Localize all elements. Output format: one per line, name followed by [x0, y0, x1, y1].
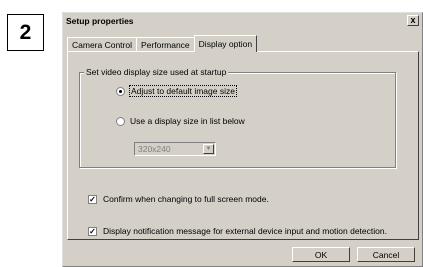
radio-label-default-size: Adjust to default image size — [129, 85, 237, 97]
chevron-down-icon[interactable]: ▼ — [203, 144, 214, 154]
tab-panel-display-option: Set video display size used at startup A… — [67, 51, 419, 240]
tab-strip: Camera Control Performance Display optio… — [67, 35, 258, 52]
radio-button-unchecked[interactable] — [116, 116, 125, 126]
display-size-value: 320x240 — [138, 144, 171, 154]
display-size-select[interactable]: 320x240 ▼ — [134, 142, 216, 156]
confirm-fullscreen-option[interactable]: ✓ Confirm when changing to full screen m… — [88, 194, 269, 204]
radio-button-checked[interactable] — [116, 86, 125, 96]
notification-message-label: Display notification message for externa… — [103, 226, 387, 236]
dialog-title: Setup properties — [66, 16, 134, 26]
radio-option-list-size[interactable]: Use a display size in list below — [116, 116, 245, 126]
step-number-badge: 2 — [7, 14, 44, 51]
notification-message-checkbox[interactable]: ✓ — [88, 226, 97, 236]
close-icon: x — [410, 15, 416, 25]
ok-button[interactable]: OK — [292, 247, 350, 262]
setup-properties-dialog: Setup properties x Camera Control Perfor… — [62, 12, 423, 267]
display-size-group: Set video display size used at startup A… — [79, 67, 396, 168]
radio-label-list-size: Use a display size in list below — [130, 116, 245, 126]
notification-message-option[interactable]: ✓ Display notification message for exter… — [88, 226, 387, 236]
confirm-fullscreen-label: Confirm when changing to full screen mod… — [103, 194, 269, 204]
title-bar[interactable]: Setup properties x — [64, 14, 421, 28]
tab-camera-control[interactable]: Camera Control — [67, 37, 137, 51]
tab-display-option[interactable]: Display option — [193, 35, 258, 52]
close-button[interactable]: x — [407, 15, 419, 26]
group-legend: Set video display size used at startup — [84, 67, 229, 77]
confirm-fullscreen-checkbox[interactable]: ✓ — [88, 194, 97, 204]
cancel-button[interactable]: Cancel — [357, 247, 415, 262]
tab-performance[interactable]: Performance — [136, 37, 195, 51]
radio-option-default-size[interactable]: Adjust to default image size — [116, 85, 237, 97]
